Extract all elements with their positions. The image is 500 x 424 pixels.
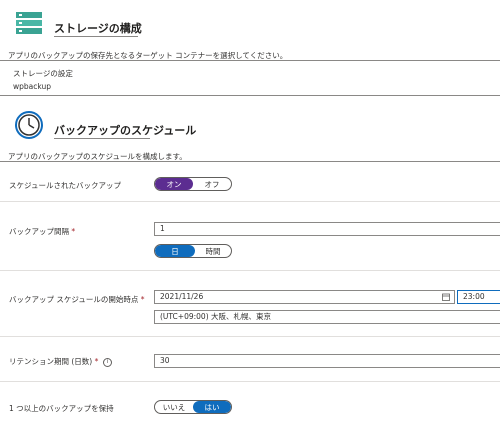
- scheduled-backup-toggle[interactable]: オン オフ: [154, 177, 232, 191]
- scheduled-backup-label: スケジュールされたバックアップ: [9, 181, 121, 190]
- interval-unit-day-option[interactable]: 日: [155, 245, 195, 257]
- calendar-icon[interactable]: [442, 293, 450, 305]
- required-mark: *: [71, 227, 76, 236]
- schedule-description-divider: [0, 161, 500, 162]
- start-date-value: 2021/11/26: [160, 292, 204, 301]
- keep-one-no-option[interactable]: いいえ: [155, 401, 193, 413]
- timezone-select[interactable]: (UTC+09:00) 大阪、札幌、東京: [154, 310, 500, 324]
- start-time-label: バックアップ スケジュールの開始時点 *: [9, 295, 145, 304]
- keep-one-toggle[interactable]: いいえ はい: [154, 400, 232, 414]
- keep-one-label: 1 つ以上のバックアップを保持: [9, 404, 114, 413]
- storage-section-title: ストレージの構成: [54, 22, 142, 35]
- retention-label: リテンション期間 (日数) * i: [9, 356, 112, 367]
- storage-settings-value[interactable]: wpbackup: [13, 82, 51, 91]
- storage-title-underline: [54, 36, 138, 37]
- start-time-input[interactable]: 23:00: [457, 290, 500, 304]
- backup-interval-label: バックアップ間隔 *: [9, 227, 76, 236]
- storage-description-divider: [0, 60, 500, 61]
- schedule-divider-2: [0, 270, 500, 271]
- storage-settings-label: ストレージの設定: [13, 69, 73, 78]
- storage-icon: [16, 12, 42, 36]
- schedule-section-title: バックアップのスケジュール: [54, 124, 197, 137]
- backup-interval-unit-toggle[interactable]: 日 時間: [154, 244, 232, 258]
- storage-section-divider: [0, 95, 500, 96]
- info-icon[interactable]: i: [102, 357, 112, 367]
- scheduled-backup-off-option[interactable]: オフ: [193, 178, 231, 190]
- start-date-input[interactable]: 2021/11/26: [154, 290, 455, 304]
- backup-interval-input[interactable]: 1: [154, 222, 500, 236]
- clock-icon: [14, 110, 44, 140]
- schedule-divider-3: [0, 336, 500, 337]
- required-mark: *: [94, 357, 99, 366]
- retention-input[interactable]: 30: [154, 354, 500, 368]
- scheduled-backup-on-option[interactable]: オン: [155, 178, 193, 190]
- required-mark: *: [140, 295, 145, 304]
- keep-one-yes-option[interactable]: はい: [193, 401, 231, 413]
- schedule-divider-4: [0, 381, 500, 382]
- schedule-divider-1: [0, 201, 500, 202]
- interval-unit-hour-option[interactable]: 時間: [195, 245, 231, 257]
- schedule-title-underline: [54, 138, 150, 139]
